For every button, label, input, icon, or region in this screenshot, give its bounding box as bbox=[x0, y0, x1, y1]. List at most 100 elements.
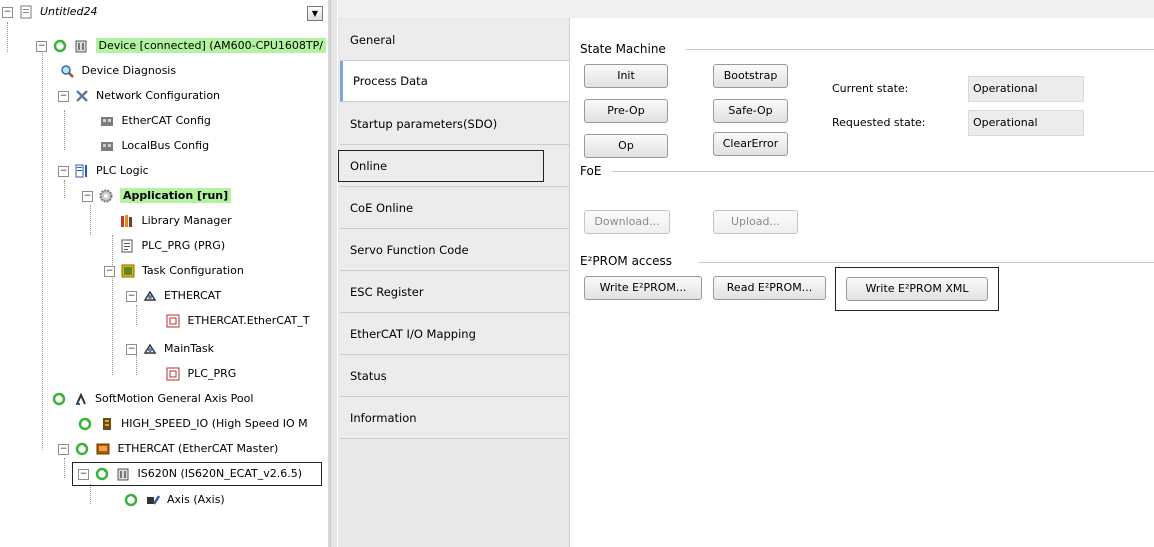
tree-item-ethercat-config[interactable]: EtherCAT Config bbox=[100, 111, 211, 131]
tree-item-label: PLC_PRG bbox=[187, 367, 237, 380]
foe-heading: FoE bbox=[580, 164, 602, 178]
tree-item-label: IS620N (IS620N_ECAT_v2.6.5) bbox=[137, 467, 303, 480]
tree-root[interactable]: − Untitled24 bbox=[2, 2, 98, 22]
online-tab-outline bbox=[338, 150, 544, 182]
collapse-icon[interactable]: − bbox=[58, 90, 69, 102]
section-divider bbox=[686, 49, 1154, 50]
tree-item-ethercat-master[interactable]: − ETHERCAT (EtherCAT Master) bbox=[58, 439, 278, 459]
collapse-icon[interactable]: − bbox=[82, 190, 93, 202]
tree-item-ethercat-task[interactable]: − ETHERCAT bbox=[126, 286, 221, 306]
call-block-icon bbox=[166, 367, 180, 381]
connected-status-icon bbox=[75, 442, 89, 456]
tree-item-plc-prg-prg[interactable]: PLC_PRG (PRG) bbox=[120, 236, 225, 256]
tree-item-label: LocalBus Config bbox=[121, 139, 210, 152]
gear-icon bbox=[99, 189, 113, 203]
tab-label: Servo Function Code bbox=[350, 243, 469, 257]
program-document-icon bbox=[120, 239, 134, 253]
tree-item-label: ETHERCAT (EtherCAT Master) bbox=[117, 442, 279, 455]
task-icon bbox=[143, 342, 157, 356]
network-tools-icon bbox=[75, 89, 89, 103]
task-icon bbox=[143, 289, 157, 303]
tab-label: Status bbox=[350, 369, 387, 383]
state-machine-heading: State Machine bbox=[580, 42, 666, 56]
axis-icon bbox=[146, 493, 160, 507]
current-state-field: Operational bbox=[968, 76, 1084, 102]
tree-item-label: Network Configuration bbox=[96, 89, 221, 102]
tab-label: ESC Register bbox=[350, 285, 424, 299]
device-icon bbox=[74, 39, 88, 53]
tree-item-axis[interactable]: Axis (Axis) bbox=[124, 490, 225, 510]
tree-item-application[interactable]: − Application [run] bbox=[82, 186, 232, 206]
tab-label: CoE Online bbox=[350, 201, 414, 215]
config-module-icon bbox=[100, 114, 114, 128]
tab-general[interactable]: General bbox=[340, 20, 569, 61]
tree-item-label: ETHERCAT bbox=[164, 289, 222, 302]
write-eeprom-xml-outline bbox=[835, 267, 999, 311]
tab-coe-online[interactable]: CoE Online bbox=[340, 188, 569, 229]
tab-status[interactable]: Status bbox=[340, 356, 569, 397]
tree-item-plc-logic[interactable]: − PLC Logic bbox=[58, 161, 149, 181]
tab-servo-function-code[interactable]: Servo Function Code bbox=[340, 230, 569, 271]
device-tree: − Untitled24 ▼ − Device [connected] (AM6… bbox=[0, 0, 330, 547]
upload-button[interactable]: Upload... bbox=[713, 210, 798, 234]
tree-item-ethercat-ethercat-t[interactable]: ETHERCAT.EtherCAT_T bbox=[166, 311, 310, 331]
safeop-button[interactable]: Safe-Op bbox=[713, 99, 788, 123]
collapse-icon[interactable]: − bbox=[58, 443, 69, 455]
tab-information[interactable]: Information bbox=[340, 398, 569, 439]
connected-status-icon bbox=[78, 417, 92, 431]
tree-item-label: ETHERCAT.EtherCAT_T bbox=[187, 314, 310, 327]
collapse-icon[interactable]: − bbox=[78, 468, 89, 480]
collapse-icon[interactable]: − bbox=[126, 290, 137, 302]
tree-header: − Untitled24 ▼ bbox=[0, 2, 328, 24]
tree-item-library-manager[interactable]: Library Manager bbox=[120, 211, 232, 231]
tree-item-high-speed-io[interactable]: HIGH_SPEED_IO (High Speed IO M bbox=[78, 414, 308, 434]
pane-splitter[interactable] bbox=[330, 0, 337, 547]
ethercat-master-icon bbox=[96, 442, 110, 456]
requested-state-field: Operational bbox=[968, 110, 1084, 136]
tree-item-label: Task Configuration bbox=[142, 264, 244, 277]
tree-item-network-configuration[interactable]: − Network Configuration bbox=[58, 86, 220, 106]
tree-item-maintask[interactable]: − MainTask bbox=[126, 339, 214, 359]
tree-item-localbus-config[interactable]: LocalBus Config bbox=[100, 136, 209, 156]
tab-ethercat-io-mapping[interactable]: EtherCAT I/O Mapping bbox=[340, 314, 569, 355]
collapse-icon[interactable]: − bbox=[36, 40, 47, 52]
magnifier-icon bbox=[60, 64, 74, 78]
preop-button[interactable]: Pre-Op bbox=[584, 99, 668, 123]
write-eeprom-button[interactable]: Write E²PROM... bbox=[584, 276, 702, 300]
read-eeprom-button[interactable]: Read E²PROM... bbox=[713, 276, 826, 300]
library-books-icon bbox=[120, 214, 134, 228]
connected-status-icon bbox=[124, 493, 138, 507]
tree-item-label: SoftMotion General Axis Pool bbox=[95, 392, 254, 405]
tree-item-device-diagnosis[interactable]: Device Diagnosis bbox=[60, 61, 176, 81]
current-state-label: Current state: bbox=[832, 82, 909, 95]
tab-startup-parameters[interactable]: Startup parameters(SDO) bbox=[340, 104, 569, 145]
collapse-icon[interactable]: − bbox=[58, 165, 69, 177]
tab-label: Startup parameters(SDO) bbox=[350, 117, 498, 131]
bootstrap-button[interactable]: Bootstrap bbox=[713, 64, 788, 88]
clearerror-button[interactable]: ClearError bbox=[713, 132, 788, 156]
tree-item-is620n[interactable]: − IS620N (IS620N_ECAT_v2.6.5) bbox=[78, 464, 302, 484]
tree-item-softmotion-axis-pool[interactable]: SoftMotion General Axis Pool bbox=[52, 389, 253, 409]
tree-item-label: Library Manager bbox=[141, 214, 232, 227]
tab-esc-register[interactable]: ESC Register bbox=[340, 272, 569, 313]
config-module-icon bbox=[100, 139, 114, 153]
collapse-icon[interactable]: − bbox=[126, 343, 137, 355]
tree-item-plc-prg-call[interactable]: PLC_PRG bbox=[166, 364, 236, 384]
init-button[interactable]: Init bbox=[584, 64, 668, 88]
op-button[interactable]: Op bbox=[584, 134, 668, 158]
download-button[interactable]: Download... bbox=[584, 210, 670, 234]
section-divider bbox=[698, 262, 1154, 263]
online-panel: State Machine Init Bootstrap Pre-Op Safe… bbox=[569, 18, 1154, 547]
connected-status-icon bbox=[52, 392, 66, 406]
tree-dropdown-button[interactable]: ▼ bbox=[307, 6, 323, 21]
tree-item-device[interactable]: − Device [connected] (AM600-CPU1608TP/ bbox=[36, 36, 326, 56]
plc-logic-icon bbox=[75, 164, 89, 178]
tree-item-task-configuration[interactable]: − Task Configuration bbox=[104, 261, 244, 281]
io-module-icon bbox=[100, 417, 114, 431]
tab-process-data[interactable]: Process Data bbox=[340, 61, 569, 102]
tree-item-label: HIGH_SPEED_IO (High Speed IO M bbox=[121, 417, 308, 430]
collapse-icon[interactable]: − bbox=[104, 265, 115, 277]
tab-label: Process Data bbox=[353, 74, 428, 88]
collapse-icon[interactable]: − bbox=[2, 6, 13, 18]
tab-label: EtherCAT I/O Mapping bbox=[350, 327, 476, 341]
